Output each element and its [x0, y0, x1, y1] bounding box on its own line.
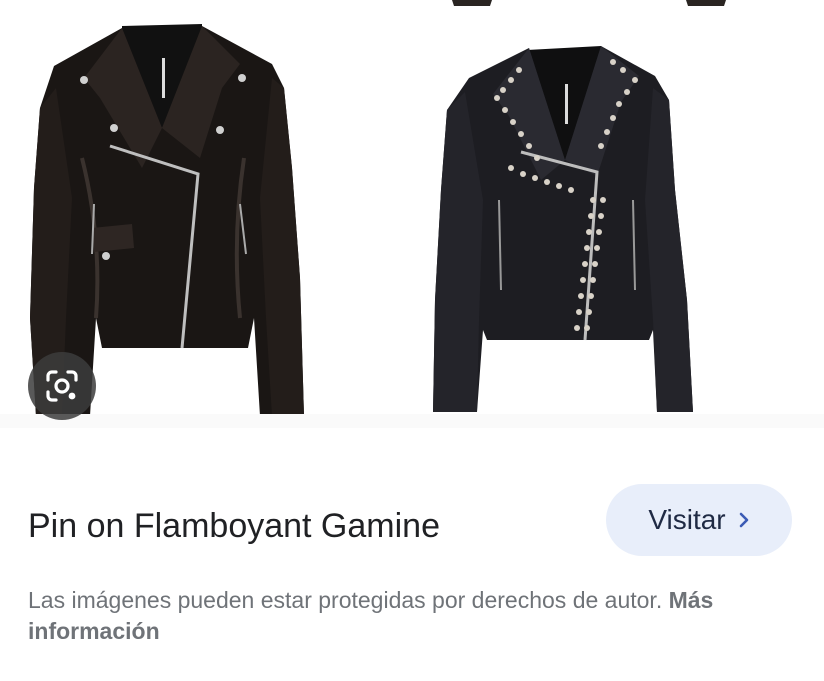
result-image[interactable] [0, 0, 824, 428]
studded-leather-jacket-image [433, 46, 693, 412]
google-lens-button[interactable] [28, 352, 96, 420]
disclaimer-text: Las imágenes pueden estar protegidas por… [28, 587, 663, 613]
chevron-right-icon [739, 512, 748, 528]
image-result-page: Pin on Flamboyant Gamine Visitar Las imá… [0, 0, 824, 681]
image-bottom-edge [0, 414, 824, 428]
result-title: Pin on Flamboyant Gamine [28, 507, 440, 545]
visit-button-label: Visitar [648, 504, 726, 535]
visit-button[interactable]: Visitar [606, 484, 792, 556]
cropped-previous-image [452, 0, 726, 6]
google-lens-icon [46, 370, 78, 402]
copyright-disclaimer: Las imágenes pueden estar protegidas por… [28, 585, 798, 647]
